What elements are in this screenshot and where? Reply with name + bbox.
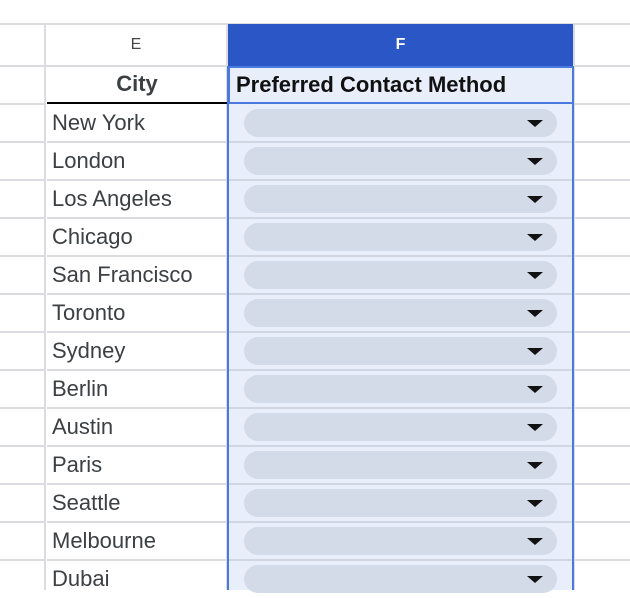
city-cell[interactable]: Seattle	[47, 484, 227, 522]
city-cell[interactable]: Chicago	[47, 218, 227, 256]
city-cell[interactable]: San Francisco	[47, 256, 227, 294]
gridline	[229, 293, 572, 295]
chevron-down-icon[interactable]	[527, 462, 543, 469]
spreadsheet-grid: E F City Preferred Contact Method New Yo…	[0, 0, 630, 593]
gridline	[575, 445, 630, 447]
contact-method-dropdown[interactable]	[244, 223, 557, 251]
gridline	[44, 24, 46, 590]
contact-method-dropdown[interactable]	[244, 375, 557, 403]
contact-method-dropdown[interactable]	[244, 147, 557, 175]
contact-method-dropdown[interactable]	[244, 109, 557, 137]
gridline	[229, 179, 572, 181]
gridline	[0, 293, 45, 295]
contact-method-dropdown[interactable]	[244, 337, 557, 365]
gridline	[0, 559, 45, 561]
header-cell-preferred-contact-method[interactable]: Preferred Contact Method	[228, 66, 574, 104]
chevron-down-icon[interactable]	[527, 500, 543, 507]
city-cell[interactable]: Dubai	[47, 560, 227, 598]
gridline	[575, 255, 630, 257]
city-cell[interactable]: Berlin	[47, 370, 227, 408]
gridline	[229, 483, 572, 485]
gridline	[575, 407, 630, 409]
gridline	[0, 255, 45, 257]
city-cell[interactable]: Austin	[47, 408, 227, 446]
gridline	[575, 369, 630, 371]
gridline	[229, 521, 572, 523]
contact-method-dropdown[interactable]	[244, 413, 557, 441]
gridline	[575, 217, 630, 219]
gridline	[0, 331, 45, 333]
city-cell[interactable]: Toronto	[47, 294, 227, 332]
gridline	[575, 103, 630, 105]
contact-method-dropdown[interactable]	[244, 489, 557, 517]
gridline	[0, 483, 45, 485]
chevron-down-icon[interactable]	[527, 386, 543, 393]
city-cell[interactable]: Melbourne	[47, 522, 227, 560]
gridline	[0, 521, 45, 523]
chevron-down-icon[interactable]	[527, 576, 543, 583]
gridline	[229, 445, 572, 447]
gridline	[0, 179, 45, 181]
gridline	[0, 217, 45, 219]
chevron-down-icon[interactable]	[527, 348, 543, 355]
gridline	[575, 483, 630, 485]
gridline	[575, 293, 630, 295]
contact-method-dropdown[interactable]	[244, 527, 557, 555]
contact-method-dropdown[interactable]	[244, 565, 557, 593]
gridline	[0, 407, 45, 409]
header-cell-city[interactable]: City	[47, 66, 227, 104]
chevron-down-icon[interactable]	[527, 234, 543, 241]
gridline	[229, 331, 572, 333]
gridline	[0, 369, 45, 371]
city-cell[interactable]: New York	[47, 104, 227, 142]
chevron-down-icon[interactable]	[527, 158, 543, 165]
gridline	[0, 141, 45, 143]
gridline	[575, 331, 630, 333]
chevron-down-icon[interactable]	[527, 272, 543, 279]
gridline	[229, 369, 572, 371]
gridline	[575, 559, 630, 561]
chevron-down-icon[interactable]	[527, 196, 543, 203]
chevron-down-icon[interactable]	[527, 538, 543, 545]
gridline	[0, 103, 45, 105]
chevron-down-icon[interactable]	[527, 120, 543, 127]
contact-method-dropdown[interactable]	[244, 451, 557, 479]
city-cell[interactable]: Los Angeles	[47, 180, 227, 218]
gridline	[229, 559, 572, 561]
contact-method-dropdown[interactable]	[244, 261, 557, 289]
chevron-down-icon[interactable]	[527, 424, 543, 431]
gridline	[229, 141, 572, 143]
gridline	[575, 179, 630, 181]
column-header-f[interactable]: F	[228, 24, 573, 66]
gridline	[575, 521, 630, 523]
column-header-e[interactable]: E	[46, 24, 226, 66]
gridline	[0, 445, 45, 447]
chevron-down-icon[interactable]	[527, 310, 543, 317]
contact-method-dropdown[interactable]	[244, 185, 557, 213]
gridline	[229, 407, 572, 409]
gridline	[575, 141, 630, 143]
contact-method-dropdown[interactable]	[244, 299, 557, 327]
gridline	[229, 255, 572, 257]
city-cell[interactable]: Paris	[47, 446, 227, 484]
city-cell[interactable]: London	[47, 142, 227, 180]
gridline	[229, 217, 572, 219]
city-cell[interactable]: Sydney	[47, 332, 227, 370]
